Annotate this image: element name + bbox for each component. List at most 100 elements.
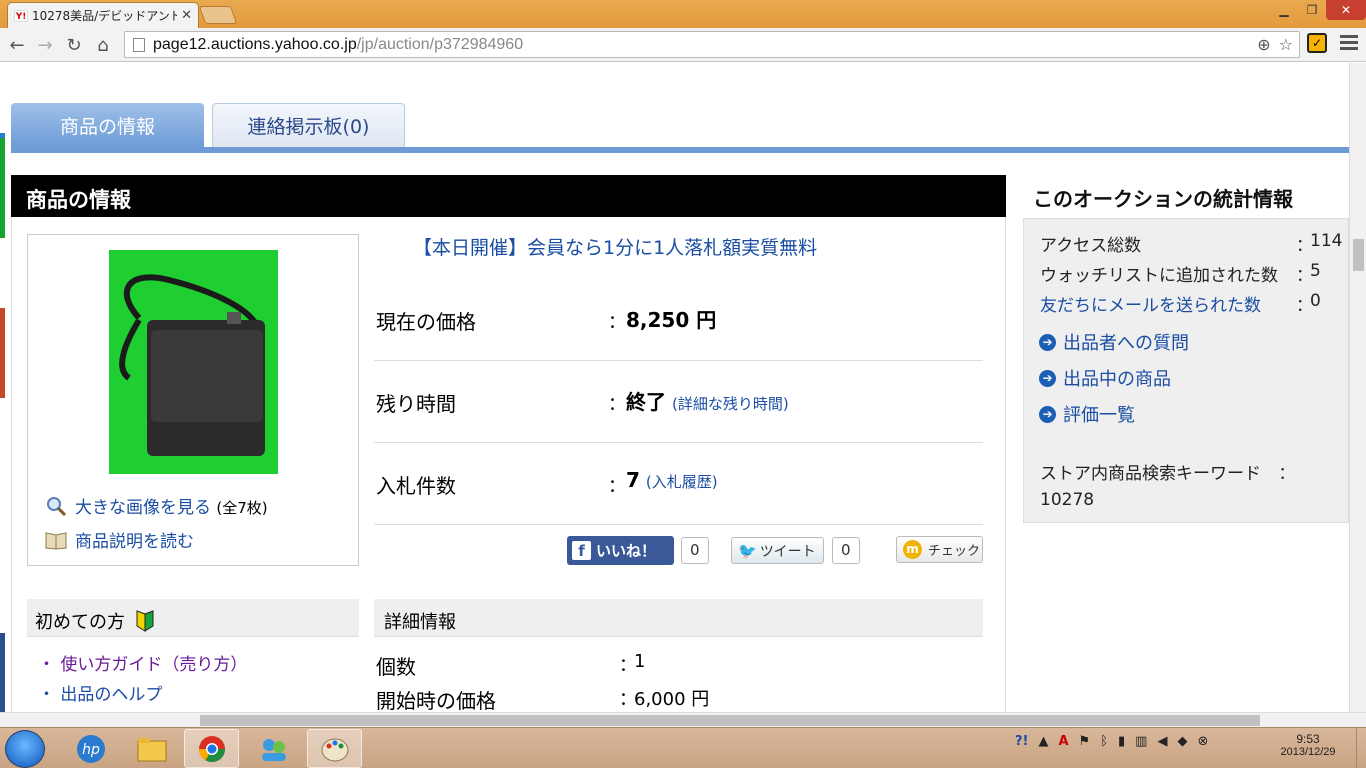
zoom-icon[interactable]: ⊕ <box>1257 35 1270 54</box>
seller-items-link[interactable]: ➔ 出品中の商品 <box>1039 365 1171 391</box>
file-explorer-icon[interactable] <box>124 729 179 768</box>
close-window-button[interactable]: ✕ <box>1326 0 1366 20</box>
time-left-status: 終了 <box>626 390 666 414</box>
browser-tab[interactable]: Y! 10278美品/デビッドアンドスコ ✕ <box>7 2 199 28</box>
magnifier-icon <box>47 497 67 516</box>
stats-title: このオークションの統計情報 <box>1033 187 1293 211</box>
access-count-row: アクセス総数 ： 114 <box>1040 231 1342 256</box>
show-hidden-icons-icon[interactable]: ▲ <box>1038 734 1048 749</box>
bids-row: 入札件数 ： 7 (入札履歴) <box>374 443 983 525</box>
new-tab-button[interactable] <box>198 6 238 24</box>
check-label: チェック <box>928 544 981 559</box>
adobe-icon[interactable]: A <box>1058 734 1068 749</box>
page-viewport: 商品の情報 連絡掲示板(0) 商品の情報 大きな画像を見る (全7枚) 商品説明… <box>0 63 1349 712</box>
detail-row: 開始時の価格 ： 6,000 円 <box>376 685 709 712</box>
tweet-count: 0 <box>832 537 860 564</box>
tab-close-icon[interactable]: ✕ <box>181 8 192 23</box>
back-arrow-icon[interactable]: ← <box>4 32 30 58</box>
horizontal-scroll-thumb[interactable] <box>200 715 1260 726</box>
book-icon <box>45 532 67 550</box>
tweet-button[interactable]: 🐦 ツイート <box>731 537 824 564</box>
time-left-value: 終了 (詳細な残り時間) <box>626 386 789 415</box>
home-icon[interactable]: ⌂ <box>90 32 116 58</box>
facebook-like-button[interactable]: f いいね！ <box>567 536 674 565</box>
security-icon[interactable]: ◆ <box>1177 734 1187 749</box>
start-price-label: 開始時の価格 <box>376 689 496 712</box>
tab-title: 10278美品/デビッドアンドスコ <box>32 9 178 23</box>
view-large-image-link[interactable]: 大きな画像を見る (全7枚) <box>45 493 268 518</box>
image-count: (全7枚) <box>216 499 268 517</box>
price-value: 8,250 円 <box>626 308 717 332</box>
section-title: 商品の情報 <box>11 175 1006 217</box>
bag-image <box>119 274 265 456</box>
url-host: page12.auctions.yahoo.co.jp <box>153 35 357 53</box>
friend-mail-count-value: 0 <box>1310 291 1321 311</box>
detail-row: 個数 ： 1 <box>376 651 645 680</box>
bid-history-link[interactable]: (入札履歴) <box>646 473 718 491</box>
store-keyword-label: ストア内商品検索キーワード <box>1040 464 1261 484</box>
access-count-label: アクセス総数 <box>1040 236 1142 256</box>
flag-icon[interactable]: ⚑ <box>1079 734 1091 749</box>
page-icon <box>133 37 145 52</box>
twitter-bird-icon: 🐦 <box>738 541 757 560</box>
edge-decoration <box>0 308 5 398</box>
help-icon[interactable]: ?! <box>1015 734 1028 749</box>
forward-arrow-icon[interactable]: → <box>32 32 58 58</box>
question-to-seller-link[interactable]: ➔ 出品者への質問 <box>1039 329 1189 355</box>
time-left-colon: ： <box>608 394 626 415</box>
price-colon: ： <box>608 312 626 333</box>
ratings-link[interactable]: ➔ 評価一覧 <box>1039 401 1135 427</box>
network-icon[interactable]: ▥ <box>1135 734 1147 749</box>
like-count: 0 <box>681 537 709 564</box>
detailed-time-link[interactable]: (詳細な残り時間) <box>672 395 789 413</box>
guide-link[interactable]: ・ 使い方ガイド（売り方） <box>38 650 247 675</box>
product-photo[interactable] <box>109 250 278 474</box>
promo-banner-link[interactable]: 【本日開催】会員なら1分に1人落札額実質無料 <box>413 233 817 260</box>
beginner-mark-icon <box>136 610 154 632</box>
start-button[interactable] <box>5 730 45 768</box>
reload-icon[interactable]: ↻ <box>61 32 87 58</box>
watchlist-count-value: 5 <box>1310 261 1321 281</box>
minimize-button[interactable]: ▁ <box>1270 0 1298 20</box>
bluetooth-icon[interactable]: ᛒ <box>1100 734 1108 749</box>
hp-app-icon[interactable]: hp <box>63 729 118 768</box>
access-count-value: 114 <box>1310 231 1343 251</box>
chrome-app-icon[interactable] <box>184 729 239 768</box>
address-bar[interactable]: page12.auctions.yahoo.co.jp /jp/auction/… <box>124 31 1300 58</box>
mixi-check-button[interactable]: m チェック <box>896 536 983 563</box>
tab-product-info[interactable]: 商品の情報 <box>11 103 204 148</box>
bids-count: 7 <box>626 468 640 492</box>
messenger-app-icon[interactable] <box>246 729 301 768</box>
time-left-label: 残り時間 <box>376 392 456 416</box>
battery-icon[interactable]: ▮ <box>1118 734 1125 749</box>
vertical-scrollbar[interactable] <box>1349 63 1366 712</box>
horizontal-scrollbar[interactable] <box>0 712 1366 727</box>
seller-items-label: 出品中の商品 <box>1063 369 1171 390</box>
bids-label: 入札件数 <box>376 474 456 498</box>
tab-contact-board[interactable]: 連絡掲示板(0) <box>212 103 405 148</box>
volume-icon[interactable]: ◀ <box>1157 734 1167 749</box>
maximize-button[interactable]: ❐ <box>1298 0 1326 20</box>
arrow-right-icon: ➔ <box>1039 405 1056 423</box>
bids-value: 7 (入札履歴) <box>626 468 718 492</box>
tab-underline <box>11 147 1349 153</box>
friend-mail-count-label[interactable]: 友だちにメールを送られた数 <box>1040 296 1261 316</box>
arrow-right-icon: ➔ <box>1039 369 1056 387</box>
vertical-scroll-thumb[interactable] <box>1353 239 1364 271</box>
start-price-value: 6,000 円 <box>634 689 710 710</box>
svg-text:hp: hp <box>82 742 100 758</box>
show-desktop-button[interactable] <box>1356 728 1366 768</box>
listing-help-link[interactable]: ・ 出品のヘルプ <box>38 680 162 705</box>
view-large-image-label: 大きな画像を見る <box>75 498 211 518</box>
taskbar-clock[interactable]: 9:53 2013/12/29 <box>1272 732 1344 758</box>
system-tray: ?! ▲ A ⚑ ᛒ ▮ ▥ ◀ ◆ ⊗ <box>1015 734 1208 749</box>
edge-decoration <box>0 138 5 238</box>
star-icon[interactable]: ☆ <box>1279 35 1293 54</box>
close-circle-icon[interactable]: ⊗ <box>1197 734 1208 749</box>
chrome-menu-icon[interactable] <box>1340 33 1358 51</box>
like-label: いいね！ <box>596 542 657 560</box>
extension-icon[interactable]: ✓ <box>1307 33 1327 53</box>
read-description-link[interactable]: 商品説明を読む <box>45 527 194 552</box>
question-to-seller-label: 出品者への質問 <box>1063 333 1189 354</box>
paint-app-icon[interactable] <box>307 729 362 768</box>
